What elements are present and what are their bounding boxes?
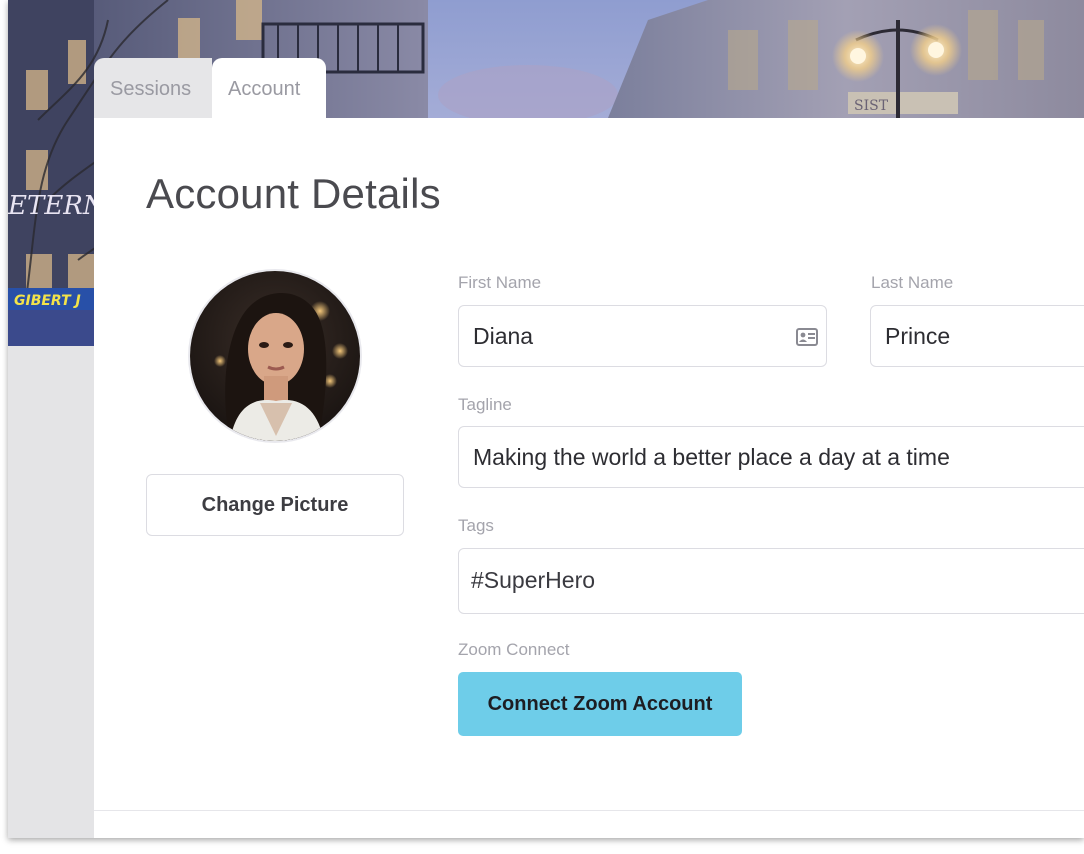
hero-sign-text-1: ETERN <box>8 191 107 221</box>
account-details-card: Account Details Change Picture First Nam… <box>94 118 1084 838</box>
page-title: Account Details <box>146 170 441 217</box>
tags-label: Tags <box>458 516 494 535</box>
first-name-input[interactable] <box>459 306 826 366</box>
tags-input[interactable]: #SuperHero <box>458 548 1084 614</box>
tagline-field-wrapper <box>458 426 1084 488</box>
last-name-input[interactable] <box>871 306 1084 366</box>
first-name-field-wrapper <box>458 305 827 367</box>
first-name-label: First Name <box>458 273 542 292</box>
avatar <box>190 271 360 441</box>
hero-sign-text-3: SIST <box>854 98 889 114</box>
card-divider <box>94 810 1084 811</box>
connect-zoom-account-button[interactable]: Connect Zoom Account <box>458 672 742 736</box>
tab-bar: Sessions Account <box>94 58 326 118</box>
tab-sessions[interactable]: Sessions <box>94 58 212 118</box>
tagline-label: Tagline <box>458 395 512 414</box>
last-name-label: Last Name <box>871 273 954 292</box>
profile-photo <box>190 271 360 441</box>
tagline-input[interactable] <box>459 427 1084 487</box>
app-window: ETERN GIBERT J SIST Sessions Account Acc… <box>8 0 1084 838</box>
hero-sign-text-2: GIBERT J <box>14 293 81 309</box>
zoom-connect-label: Zoom Connect <box>458 640 570 659</box>
tag-chip-superhero[interactable]: #SuperHero <box>471 549 595 611</box>
contact-card-icon <box>796 328 818 346</box>
last-name-field-wrapper <box>870 305 1084 367</box>
change-picture-button[interactable]: Change Picture <box>146 474 404 536</box>
tab-account[interactable]: Account <box>212 58 326 118</box>
